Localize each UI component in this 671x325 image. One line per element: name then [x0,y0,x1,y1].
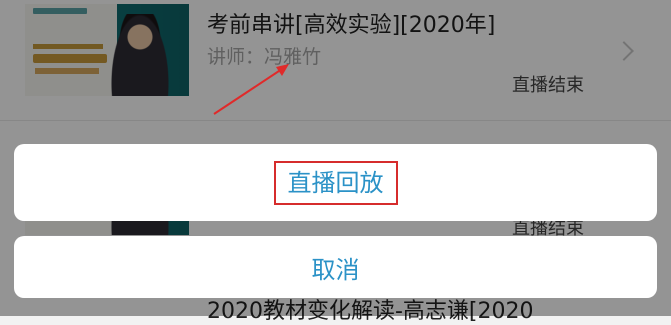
cancel-label: 取消 [311,255,360,284]
cancel-button[interactable]: 取消 [14,236,657,298]
live-replay-button[interactable]: 直播回放 [14,144,657,221]
live-replay-label: 直播回放 [273,160,398,205]
